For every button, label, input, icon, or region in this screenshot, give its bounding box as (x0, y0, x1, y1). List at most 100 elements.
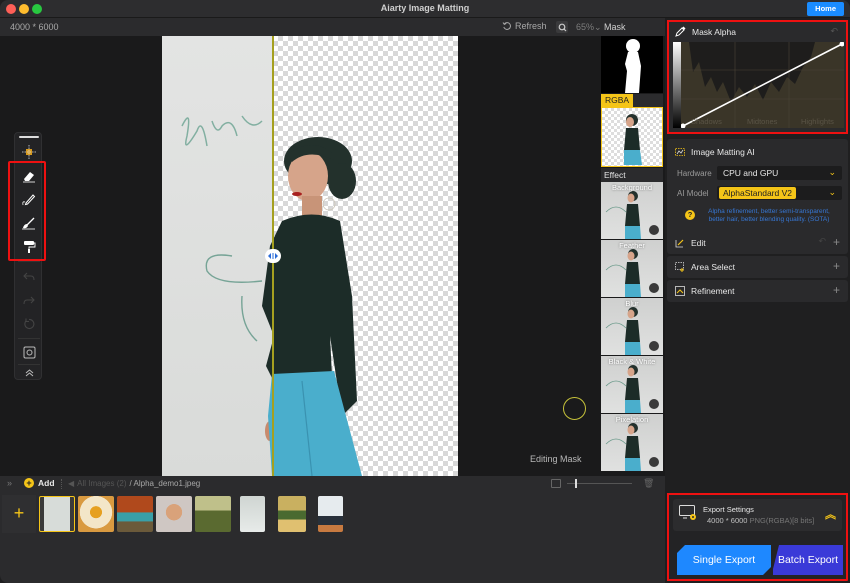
refresh-icon (502, 22, 511, 30)
effect-toggle[interactable] (649, 399, 659, 409)
alpha-curve-editor[interactable]: Shadows Midtones Highlights (681, 42, 844, 128)
filmstrip-thumbnail-teal-car-autumn[interactable] (117, 496, 153, 532)
collapse-filmstrip-icon[interactable]: » (7, 478, 12, 488)
area-select-section[interactable]: Area Select + (667, 256, 848, 278)
divider (61, 479, 62, 489)
edit-undo-icon[interactable]: ↶ (818, 236, 826, 247)
fit-screen-button[interactable] (19, 342, 39, 362)
batch-export-button[interactable]: Batch Export (773, 545, 843, 575)
editing-canvas[interactable]: Editing Mask (0, 36, 598, 476)
palette-drag-handle[interactable] (19, 136, 39, 138)
expand-plus-icon[interactable]: + (833, 235, 840, 249)
mask-alpha-reset-icon[interactable]: ↶ (830, 26, 838, 37)
rgba-preview-thumb[interactable] (601, 107, 663, 167)
effect-preview-black-white[interactable]: Black & White (601, 356, 663, 413)
effect-preview-feather[interactable]: Feather (601, 240, 663, 297)
window-title: Aiarty Image Matting (380, 3, 470, 13)
effect-preview-blur[interactable]: Blur (601, 298, 663, 355)
expand-plus-icon[interactable]: + (833, 259, 840, 273)
hardware-label: Hardware (677, 169, 712, 178)
matting-header: Image Matting AI (675, 147, 755, 157)
filmstrip-thumbnail-bride-veil[interactable] (240, 496, 265, 532)
zoom-level-dropdown[interactable]: 65%⌄ (576, 22, 602, 33)
filmstrip-thumbnail-bicycle[interactable] (195, 496, 231, 532)
effect-preview-pixelation[interactable]: Pixelation (601, 414, 663, 471)
export-settings[interactable]: Export Settings 4000 * 6000 PNG(RGBA)[8 … (673, 499, 842, 531)
zoom-level-value: 65% (576, 22, 595, 32)
single-export-button[interactable]: Single Export (677, 545, 771, 575)
chevron-up-double-icon[interactable]: ︽ (825, 506, 836, 522)
home-button[interactable]: Home (807, 2, 844, 16)
ai-model-select[interactable]: AlphaStandard V2 ⌄ (717, 186, 842, 200)
reset-icon (24, 318, 35, 330)
area-select-title: Area Select (691, 262, 735, 272)
reset-button[interactable] (19, 314, 39, 334)
right-panel: Mask Alpha ↶ Shadows Midtones Highlights (665, 18, 850, 583)
image-matting-ai-panel: Image Matting AI Hardware CPU and GPU ⌄ … (667, 139, 848, 239)
rgba-label: RGBA (601, 94, 634, 107)
refinement-icon (675, 286, 685, 296)
image-preview[interactable] (162, 36, 458, 476)
curve-graph (681, 42, 844, 128)
title-bar: Aiarty Image Matting Home (0, 0, 850, 18)
help-icon[interactable]: ? (685, 210, 695, 220)
mask-preview-thumb[interactable] (601, 36, 663, 93)
refinement-section[interactable]: Refinement + (667, 280, 848, 302)
edit-section[interactable]: Edit ↶ + (667, 232, 848, 254)
hardware-select[interactable]: CPU and GPU ⌄ (717, 166, 842, 180)
filmstrip-thumbnail-plant-still-life[interactable] (278, 496, 306, 532)
filmstrip-thumbnail-woman-portrait[interactable] (156, 496, 192, 532)
compare-split-handle[interactable] (265, 249, 281, 263)
filmstrip-thumbnail-woman-walking[interactable] (39, 496, 75, 532)
undo-icon (23, 272, 35, 281)
filmstrip-thumbnail-camera-plant[interactable] (318, 496, 343, 532)
expand-plus-icon[interactable]: + (833, 283, 840, 297)
matting-title: Image Matting AI (691, 147, 755, 157)
effect-toggle[interactable] (649, 341, 659, 351)
collapse-palette-button[interactable] (19, 365, 39, 379)
back-arrow-icon[interactable]: ◀ (68, 479, 74, 488)
tool-group-highlight (8, 161, 46, 261)
redo-button[interactable] (19, 290, 39, 310)
export-settings-title: Export Settings (703, 505, 754, 514)
thumbnail-size-icon (551, 479, 561, 488)
export-panel: Export Settings 4000 * 6000 PNG(RGBA)[8 … (667, 493, 848, 581)
effect-name: Pixelation (615, 415, 649, 424)
zoom-button[interactable] (556, 21, 568, 33)
mask-alpha-panel: Mask Alpha ↶ Shadows Midtones Highlights (667, 20, 848, 134)
fit-screen-icon (23, 346, 35, 358)
filmstrip-thumbnail-perfume-bottle-flowers[interactable] (78, 496, 114, 532)
effect-toggle[interactable] (649, 457, 659, 467)
ai-model-value: AlphaStandard V2 (719, 187, 796, 199)
ai-model-label: AI Model (677, 189, 709, 198)
export-settings-summary: 4000 * 6000 PNG(RGBA)[8 bits] (707, 516, 814, 525)
add-image-tile[interactable]: + (2, 495, 36, 533)
thumbnail-size-slider-handle[interactable] (575, 479, 577, 488)
eyedropper-icon (675, 26, 686, 37)
add-images-button[interactable]: + Add (24, 478, 55, 488)
move-icon (22, 145, 36, 159)
hardware-value: CPU and GPU (723, 168, 779, 178)
export-settings-icon (679, 505, 696, 520)
effect-toggle[interactable] (649, 283, 659, 293)
rgba-subject (624, 114, 642, 165)
editing-status-label: Editing Mask (530, 454, 582, 464)
chevron-down-icon: ⌄ (828, 167, 836, 177)
effect-preview-background[interactable]: Background (601, 182, 663, 239)
breadcrumb-all-images[interactable]: All Images (2) (77, 479, 126, 488)
refresh-button[interactable]: Refresh (502, 21, 547, 31)
effect-toggle[interactable] (649, 225, 659, 235)
export-dimensions: 4000 * 6000 (707, 516, 748, 525)
preview-strip: RGBA Effect Background Feather Blur Black &… (598, 36, 665, 476)
rgba-tab[interactable]: RGBA (601, 94, 663, 107)
trash-icon[interactable]: 🗑 (643, 478, 654, 489)
chevron-down-icon: ⌄ (594, 22, 602, 32)
filmstrip-toolbar: » + Add ◀ All Images (2) / Alpha_demo1.j… (0, 476, 665, 491)
image-matting-icon (675, 148, 685, 156)
plus-circle-icon: + (24, 478, 34, 488)
alpha-gradient-bar (673, 42, 681, 128)
undo-button[interactable] (19, 266, 39, 286)
move-tool[interactable] (19, 142, 39, 162)
tool-separator (18, 338, 40, 339)
top-toolbar: 4000 * 6000 Refresh 65%⌄ Mask (0, 18, 665, 36)
